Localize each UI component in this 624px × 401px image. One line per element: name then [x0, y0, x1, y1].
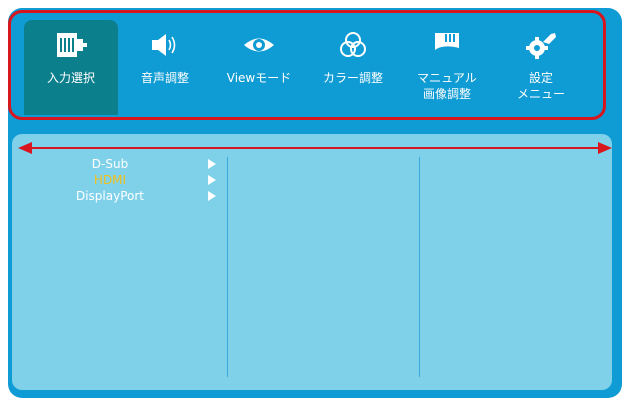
column-divider — [419, 157, 420, 377]
menu-label-color-adjust: カラー調整 — [322, 71, 383, 85]
menu-item-manual-picture[interactable]: マニュアル 画像調整 — [400, 20, 494, 115]
scroll-range-arrow-icon — [18, 142, 612, 154]
speaker-icon — [118, 30, 212, 60]
list-item-hdmi[interactable]: HDMI — [40, 172, 216, 188]
menu-label-manual-picture: マニュアル 画像調整 — [417, 71, 477, 101]
list-item-label: D-Sub — [91, 157, 129, 171]
list-item-d-sub[interactable]: D-Sub — [40, 156, 216, 172]
triangle-right-icon — [208, 191, 216, 201]
triangle-right-icon — [208, 175, 216, 185]
menu-item-view-mode[interactable]: Viewモード — [212, 20, 306, 115]
list-item-label: DisplayPort — [75, 189, 145, 203]
list-item-displayport[interactable]: DisplayPort — [40, 188, 216, 204]
menu-item-audio[interactable]: 音声調整 — [118, 20, 212, 115]
menu-label-settings: 設定 メニュー — [516, 71, 565, 101]
triangle-right-icon — [208, 159, 216, 169]
list-item-label: HDMI — [93, 173, 127, 187]
eye-icon — [212, 30, 306, 60]
input-select-icon — [24, 30, 118, 60]
menu-item-color-adjust[interactable]: カラー調整 — [306, 20, 400, 115]
menu-label-view-mode: Viewモード — [226, 71, 292, 85]
input-source-list: D-Sub HDMI DisplayPort — [40, 156, 220, 204]
gear-wrench-icon — [494, 30, 588, 60]
column-divider — [227, 157, 228, 377]
menu-label-audio: 音声調整 — [140, 71, 189, 85]
picture-adjust-icon — [400, 30, 494, 60]
menu-item-settings[interactable]: 設定 メニュー — [494, 20, 588, 115]
menu-label-input-select: 入力選択 — [46, 71, 95, 85]
color-circles-icon — [306, 30, 400, 60]
top-menu-bar: 入力選択 音声調整 Viewモード カラー調整 マニュアル 画像調整 設定 メニ… — [8, 10, 606, 120]
menu-item-input-select[interactable]: 入力選択 — [24, 20, 118, 115]
top-menu: 入力選択 音声調整 Viewモード カラー調整 マニュアル 画像調整 設定 メニ… — [24, 20, 592, 115]
